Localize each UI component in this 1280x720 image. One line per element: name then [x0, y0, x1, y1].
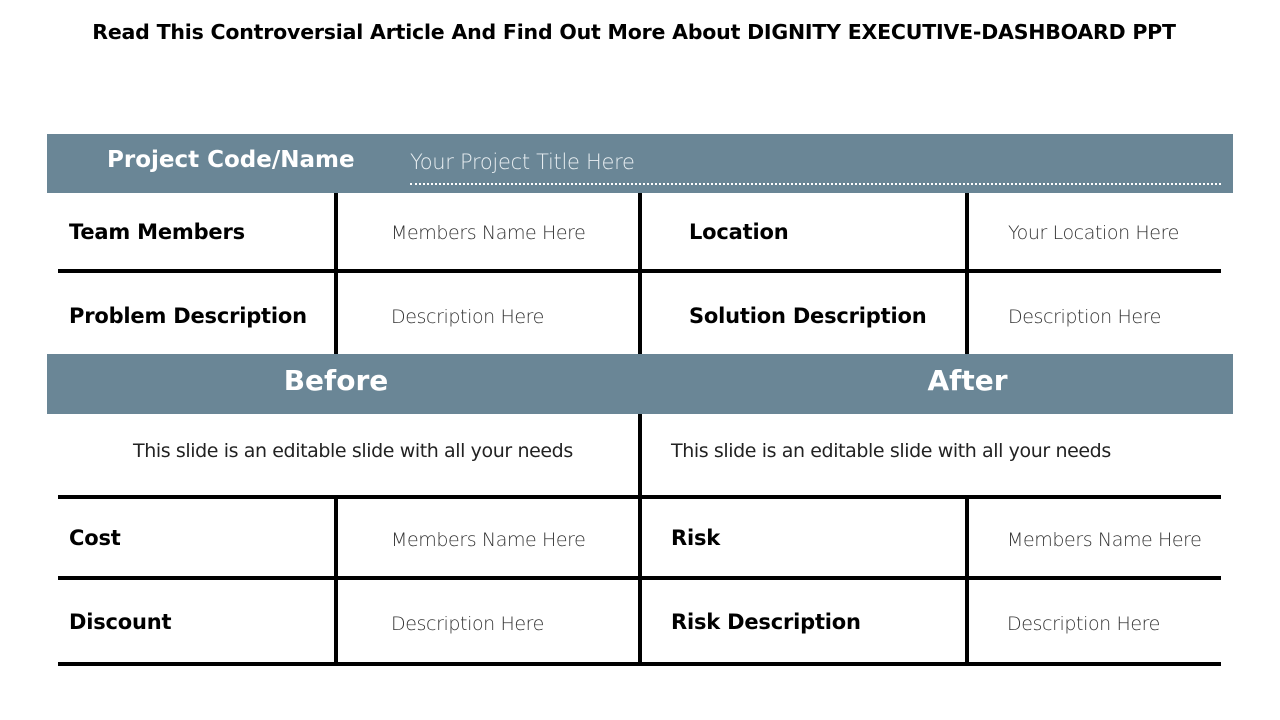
divider-vertical [965, 497, 969, 666]
divider-vertical [334, 497, 338, 666]
before-heading: Before [283, 364, 389, 397]
solution-description-label: Solution Description [689, 304, 927, 328]
discount-value[interactable]: Description Here [391, 613, 544, 635]
after-note[interactable]: This slide is an editable slide with all… [671, 440, 1111, 462]
team-members-label: Team Members [69, 220, 245, 244]
discount-label: Discount [69, 610, 172, 634]
page-title: Read This Controversial Article And Find… [92, 20, 1176, 44]
divider-vertical [334, 193, 338, 354]
risk-value[interactable]: Members Name Here [1007, 529, 1202, 551]
divider-vertical [965, 193, 969, 354]
solution-description-value[interactable]: Description Here [1008, 306, 1161, 328]
after-heading: After [927, 364, 1008, 397]
problem-description-label: Problem Description [69, 304, 307, 328]
divider-horizontal [58, 269, 1221, 273]
divider-vertical [638, 193, 642, 354]
divider-horizontal [58, 576, 1221, 580]
before-note[interactable]: This slide is an editable slide with all… [133, 440, 573, 462]
risk-label: Risk [671, 526, 721, 550]
divider-horizontal [58, 495, 1221, 499]
divider-horizontal [58, 662, 1221, 666]
project-title-underline [410, 183, 1221, 185]
project-title-field[interactable]: Your Project Title Here [410, 150, 635, 174]
cost-label: Cost [69, 526, 121, 550]
cost-value[interactable]: Members Name Here [391, 529, 586, 551]
project-code-label: Project Code/Name [107, 147, 355, 173]
risk-description-value[interactable]: Description Here [1007, 613, 1160, 635]
divider-vertical [638, 414, 642, 666]
risk-description-label: Risk Description [671, 610, 861, 634]
location-value[interactable]: Your Location Here [1008, 222, 1179, 244]
problem-description-value[interactable]: Description Here [391, 306, 544, 328]
team-members-value[interactable]: Members Name Here [391, 222, 586, 244]
location-label: Location [689, 220, 789, 244]
